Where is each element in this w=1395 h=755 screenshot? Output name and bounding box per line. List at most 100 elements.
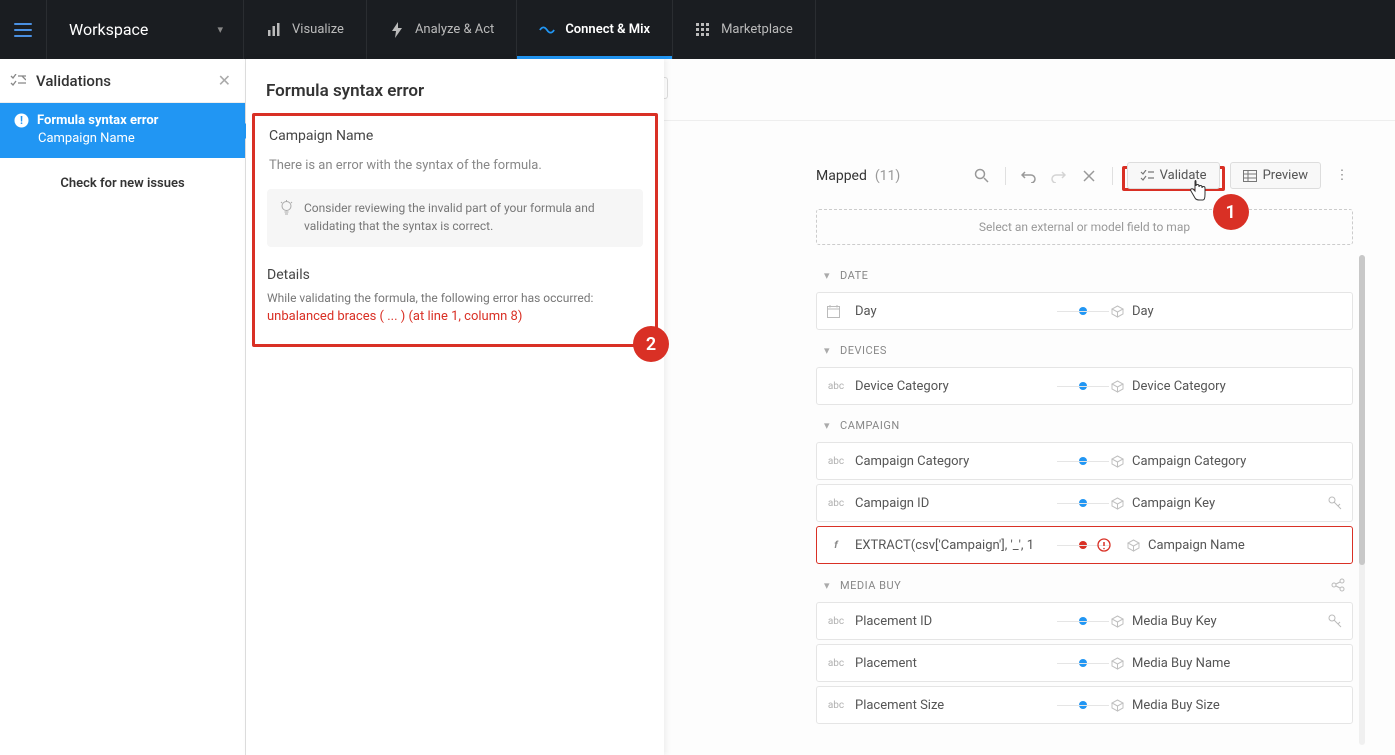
connect-icon bbox=[539, 22, 555, 38]
check-new-issues-button[interactable]: Check for new issues bbox=[0, 158, 245, 209]
source-field: Campaign Category bbox=[855, 454, 969, 469]
alert-icon: ! bbox=[14, 113, 29, 128]
validate-wrap: Validate 1 bbox=[1125, 162, 1222, 189]
annotation-badge-1: 1 bbox=[1213, 194, 1249, 230]
sidebar-title: Validations bbox=[36, 72, 208, 90]
details-error-text: unbalanced braces ( ... ) (at line 1, co… bbox=[267, 309, 643, 324]
map-row-placement-id[interactable]: abc Placement ID Media Buy Key bbox=[816, 602, 1353, 640]
source-field: Placement bbox=[855, 656, 917, 671]
tab-analyze[interactable]: Analyze & Act bbox=[367, 0, 517, 59]
grid-icon bbox=[695, 22, 711, 38]
issue-subtitle: Campaign Name bbox=[14, 131, 231, 146]
undo-icon[interactable] bbox=[1018, 165, 1040, 187]
target-field: Campaign Key bbox=[1132, 496, 1215, 511]
issue-title: Formula syntax error bbox=[37, 113, 158, 128]
mapped-area: Mapped (11) Validate bbox=[816, 162, 1353, 728]
target-field: Media Buy Size bbox=[1132, 698, 1220, 713]
details-panel: Formula syntax error Campaign Name There… bbox=[246, 59, 664, 755]
group-devices[interactable]: ▾ DEVICES bbox=[816, 334, 1353, 367]
text-icon: abc bbox=[827, 616, 845, 627]
text-icon: abc bbox=[827, 658, 845, 669]
preview-label: Preview bbox=[1263, 168, 1308, 183]
info-error-icon[interactable] bbox=[1097, 538, 1111, 552]
mapped-header: Mapped (11) Validate bbox=[816, 162, 1353, 189]
source-field: Device Category bbox=[855, 379, 949, 394]
top-navbar: Workspace ▾ Visualize Analyze & Act Conn… bbox=[0, 0, 1395, 59]
map-row-campaign-name[interactable]: f EXTRACT(csv['Campaign'], '_', 1 Campai… bbox=[816, 526, 1353, 564]
scrollbar[interactable] bbox=[1359, 255, 1365, 745]
group-label: DATE bbox=[840, 269, 868, 282]
target-field: Day bbox=[1132, 304, 1154, 319]
text-icon: abc bbox=[827, 456, 845, 467]
preview-button[interactable]: Preview bbox=[1230, 162, 1321, 189]
map-row-campaign-category[interactable]: abc Campaign Category Campaign Category bbox=[816, 442, 1353, 480]
target-field: Campaign Category bbox=[1132, 454, 1246, 469]
details-error-intro: While validating the formula, the follow… bbox=[267, 291, 643, 305]
tab-label: Visualize bbox=[292, 22, 344, 37]
redo-icon[interactable] bbox=[1048, 165, 1070, 187]
workspace-selector[interactable]: Workspace ▾ bbox=[47, 0, 244, 59]
hamburger-menu[interactable] bbox=[0, 0, 47, 59]
details-title: Formula syntax error bbox=[266, 81, 644, 101]
key-icon bbox=[1328, 614, 1342, 628]
table-icon bbox=[1243, 170, 1257, 182]
map-row-placement-size[interactable]: abc Placement Size Media Buy Size bbox=[816, 686, 1353, 724]
text-icon: abc bbox=[827, 381, 845, 392]
cube-icon bbox=[1111, 615, 1124, 628]
target-field: Media Buy Key bbox=[1132, 614, 1217, 629]
target-field: Campaign Name bbox=[1148, 538, 1245, 553]
group-label: MEDIA BUY bbox=[840, 579, 901, 592]
target-field: Device Category bbox=[1132, 379, 1226, 394]
group-date[interactable]: ▾ DATE bbox=[816, 259, 1353, 292]
map-row-campaign-id[interactable]: abc Campaign ID Campaign Key bbox=[816, 484, 1353, 522]
details-section-header: Details bbox=[267, 267, 643, 283]
details-highlight-box: Campaign Name There is an error with the… bbox=[252, 113, 658, 347]
source-field: Campaign ID bbox=[855, 496, 929, 511]
mapped-count: (11) bbox=[875, 168, 900, 184]
issue-item[interactable]: ! Formula syntax error Campaign Name bbox=[0, 103, 245, 158]
share-icon[interactable] bbox=[1331, 578, 1345, 592]
tip-text: Consider reviewing the invalid part of y… bbox=[304, 199, 631, 235]
cursor-hand-icon bbox=[1189, 180, 1207, 202]
map-row-device[interactable]: abc Device Category Device Category bbox=[816, 367, 1353, 405]
bolt-icon bbox=[389, 22, 405, 38]
tab-label: Marketplace bbox=[721, 22, 793, 37]
group-campaign[interactable]: ▾ CAMPAIGN bbox=[816, 409, 1353, 442]
sidebar-header: Validations ✕ bbox=[0, 59, 245, 103]
workspace-label: Workspace bbox=[69, 20, 148, 39]
cube-icon bbox=[1111, 699, 1124, 712]
close-icon[interactable] bbox=[1078, 165, 1100, 187]
details-field: Campaign Name bbox=[267, 118, 643, 158]
map-field-placeholder[interactable]: Select an external or model field to map bbox=[816, 209, 1353, 245]
tab-label: Connect & Mix bbox=[565, 22, 650, 37]
cube-icon bbox=[1111, 305, 1124, 318]
formula-icon: f bbox=[827, 540, 845, 551]
group-media-buy[interactable]: ▾ MEDIA BUY bbox=[816, 568, 1353, 602]
hamburger-icon bbox=[14, 23, 32, 37]
more-icon[interactable]: ⋮ bbox=[1331, 165, 1353, 187]
tab-connect-mix[interactable]: Connect & Mix bbox=[517, 0, 673, 59]
svg-text:!: ! bbox=[20, 114, 23, 127]
close-sidebar-button[interactable]: ✕ bbox=[218, 71, 231, 90]
source-field: Placement ID bbox=[855, 614, 932, 629]
chevron-down-icon: ▾ bbox=[824, 419, 830, 432]
tab-visualize[interactable]: Visualize bbox=[244, 0, 367, 59]
cube-icon bbox=[1127, 539, 1140, 552]
source-field: EXTRACT(csv['Campaign'], '_', 1 bbox=[855, 538, 1034, 553]
checklist-icon bbox=[1140, 170, 1154, 182]
calendar-icon bbox=[827, 305, 845, 318]
source-field: Day bbox=[855, 304, 877, 319]
map-row-day[interactable]: Day Day bbox=[816, 292, 1353, 330]
map-row-placement[interactable]: abc Placement Media Buy Name bbox=[816, 644, 1353, 682]
target-field: Media Buy Name bbox=[1132, 656, 1230, 671]
scrollbar-thumb[interactable] bbox=[1359, 255, 1365, 565]
chevron-down-icon: ▾ bbox=[824, 344, 830, 357]
tab-marketplace[interactable]: Marketplace bbox=[673, 0, 816, 59]
source-field: Placement Size bbox=[855, 698, 944, 713]
chevron-down-icon: ▾ bbox=[824, 579, 830, 592]
cube-icon bbox=[1111, 657, 1124, 670]
chevron-down-icon: ▾ bbox=[824, 269, 830, 282]
validations-sidebar: Validations ✕ ! Formula syntax error Cam… bbox=[0, 59, 246, 755]
search-icon[interactable] bbox=[971, 165, 993, 187]
text-icon: abc bbox=[827, 498, 845, 509]
